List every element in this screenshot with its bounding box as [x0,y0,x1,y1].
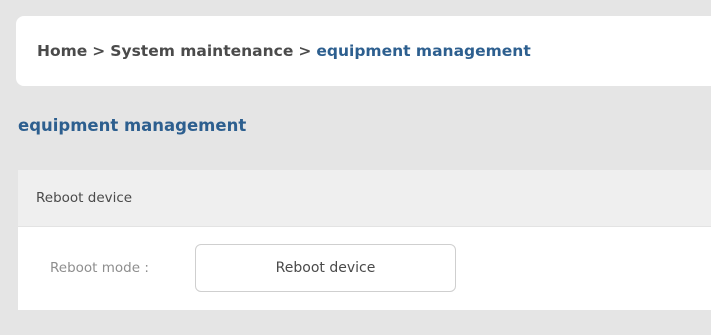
breadcrumb-separator: > [92,42,106,60]
page-title: equipment management [18,116,247,135]
reboot-panel: Reboot device Reboot mode : Reboot devic… [18,170,711,310]
reboot-device-button[interactable]: Reboot device [195,244,456,292]
reboot-mode-label: Reboot mode : [50,260,149,276]
panel-header: Reboot device [18,170,711,227]
breadcrumb-separator: > [298,42,312,60]
breadcrumb: Home > System maintenance > equipment ma… [16,16,711,86]
breadcrumb-item-current: equipment management [316,42,531,60]
panel-header-title: Reboot device [36,190,133,206]
breadcrumb-item-home[interactable]: Home [37,42,87,60]
breadcrumb-item-system-maintenance[interactable]: System maintenance [110,42,293,60]
